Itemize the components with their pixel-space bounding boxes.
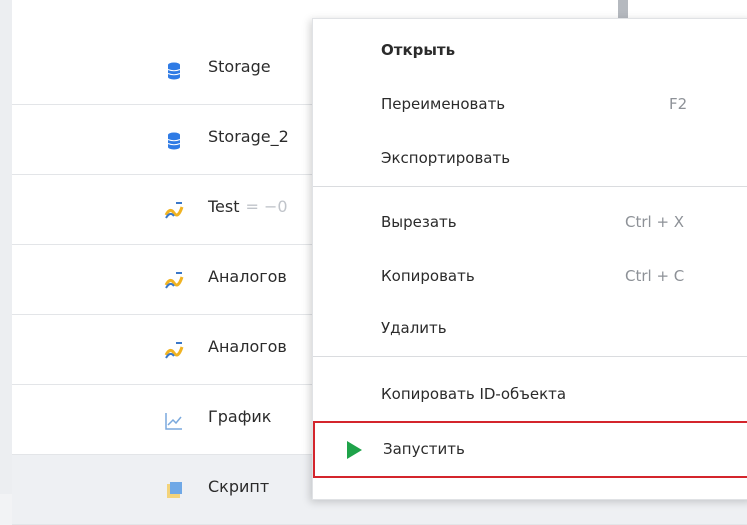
menu-item-label: Удалить [381, 319, 447, 337]
play-icon [347, 441, 362, 459]
list-item-label: Storage_2 [208, 127, 289, 146]
menu-item-copy[interactable]: Копировать Ctrl + C [313, 257, 747, 297]
database-icon [167, 132, 181, 150]
list-item-value: = −0 [245, 197, 288, 216]
menu-item-delete[interactable]: Удалить [313, 309, 747, 349]
analog-signal-icon [164, 342, 184, 359]
analog-signal-icon [164, 272, 184, 289]
list-item-label: График [208, 407, 272, 426]
list-item-label: Аналогов [208, 267, 287, 286]
menu-separator [313, 186, 747, 187]
script-icon [167, 482, 182, 498]
list-item-label: Test = −0 [208, 197, 288, 216]
menu-item-copy-id[interactable]: Копировать ID-объекта [313, 375, 747, 415]
menu-item-label: Переименовать [381, 95, 506, 113]
menu-item-label: Копировать [381, 267, 475, 285]
menu-item-rename[interactable]: Переименовать F2 [313, 85, 747, 125]
context-menu: Открыть Переименовать F2 Экспортировать … [312, 18, 747, 500]
shortcut-label: F2 [669, 95, 688, 113]
database-icon [167, 62, 181, 80]
left-gutter [0, 0, 12, 494]
scrollbar-thumb[interactable] [618, 0, 628, 20]
menu-item-open[interactable]: Открыть [313, 31, 747, 71]
menu-item-label: Копировать ID-объекта [381, 385, 567, 403]
list-item-label: Storage [208, 57, 271, 76]
shortcut-label: Ctrl + C [625, 267, 685, 285]
shortcut-label: Ctrl + X [625, 213, 685, 231]
menu-item-label: Открыть [381, 41, 456, 59]
menu-separator [313, 356, 747, 357]
menu-item-run[interactable]: Запустить [313, 421, 747, 478]
list-item-label: Аналогов [208, 337, 287, 356]
menu-item-label: Экспортировать [381, 149, 511, 167]
list-item-label: Скрипт [208, 477, 270, 496]
analog-signal-icon [164, 202, 184, 219]
menu-item-export[interactable]: Экспортировать [313, 139, 747, 179]
chart-icon [165, 413, 182, 430]
menu-item-cut[interactable]: Вырезать Ctrl + X [313, 203, 747, 243]
menu-item-label: Запустить [383, 440, 465, 458]
menu-item-label: Вырезать [381, 213, 457, 231]
